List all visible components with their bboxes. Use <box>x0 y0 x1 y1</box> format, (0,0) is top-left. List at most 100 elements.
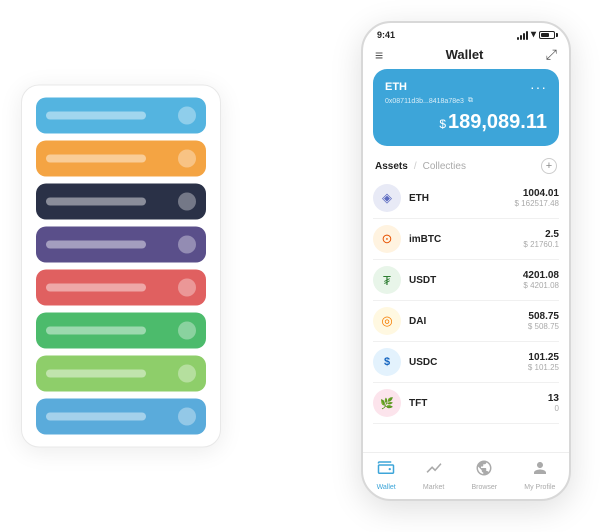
card-item <box>36 399 206 435</box>
phone: 9:41 ▾ ≡ Wallet ⤢ ETH ··· <box>361 21 571 501</box>
asset-list: ◈ ETH 1004.01 $ 162517.48 ⊙ imBTC 2.5 $ … <box>363 178 569 452</box>
card-item <box>36 184 206 220</box>
asset-values-usdc: 101.25 $ 101.25 <box>528 352 559 372</box>
usdt-icon: ₮ <box>373 266 401 294</box>
assets-header: Assets / Collecties + <box>363 154 569 178</box>
time: 9:41 <box>377 30 395 40</box>
eth-wallet-card[interactable]: ETH ··· 0x08711d3b...8418a78e3 ⧉ $189,08… <box>373 69 559 146</box>
card-icon <box>178 236 196 254</box>
card-bar <box>46 370 146 378</box>
card-item <box>36 313 206 349</box>
card-bar <box>46 241 146 249</box>
eth-balance: $189,089.11 <box>385 111 547 134</box>
asset-values-eth: 1004.01 $ 162517.48 <box>515 188 560 208</box>
nav-profile[interactable]: My Profile <box>524 459 555 491</box>
tab-assets[interactable]: Assets <box>375 161 408 172</box>
eth-card-label: ETH <box>385 81 407 93</box>
card-bar <box>46 327 146 335</box>
card-item <box>36 141 206 177</box>
tft-usd: 0 <box>548 404 559 413</box>
nav-wallet-label: Wallet <box>377 484 396 491</box>
dai-usd: $ 508.75 <box>528 322 559 331</box>
asset-item-usdt[interactable]: ₮ USDT 4201.08 $ 4201.08 <box>373 260 559 301</box>
card-icon <box>178 107 196 125</box>
card-stack <box>21 85 221 448</box>
eth-usd: $ 162517.48 <box>515 199 560 208</box>
dai-icon: ◎ <box>373 307 401 335</box>
currency-symbol: $ <box>439 117 446 131</box>
card-item <box>36 98 206 134</box>
card-bar <box>46 284 146 292</box>
eth-card-header: ETH ··· <box>385 79 547 95</box>
usdt-usd: $ 4201.08 <box>523 281 559 290</box>
card-bar <box>46 112 146 120</box>
tab-separator: / <box>414 161 417 172</box>
usdt-amount: 4201.08 <box>523 270 559 281</box>
expand-icon[interactable]: ⤢ <box>546 46 557 63</box>
add-asset-button[interactable]: + <box>541 158 557 174</box>
card-bar <box>46 413 146 421</box>
asset-item-usdc[interactable]: $ USDC 101.25 $ 101.25 <box>373 342 559 383</box>
nav-market[interactable]: Market <box>423 459 444 491</box>
battery-icon <box>539 31 555 39</box>
eth-icon: ◈ <box>373 184 401 212</box>
nav-browser[interactable]: Browser <box>471 459 497 491</box>
imbtc-usd: $ 21760.1 <box>523 240 559 249</box>
bottom-nav: Wallet Market Browser My Profile <box>363 452 569 499</box>
market-nav-icon <box>425 459 443 482</box>
imbtc-icon: ⊙ <box>373 225 401 253</box>
status-bar: 9:41 ▾ <box>363 23 569 42</box>
eth-amount: 1004.01 <box>515 188 560 199</box>
card-bar <box>46 198 146 206</box>
asset-name-tft: TFT <box>409 398 548 409</box>
browser-nav-icon <box>475 459 493 482</box>
nav-bar: ≡ Wallet ⤢ <box>363 42 569 69</box>
card-icon <box>178 193 196 211</box>
card-icon <box>178 322 196 340</box>
card-icon <box>178 150 196 168</box>
asset-item-eth[interactable]: ◈ ETH 1004.01 $ 162517.48 <box>373 178 559 219</box>
nav-wallet[interactable]: Wallet <box>377 459 396 491</box>
asset-values-usdt: 4201.08 $ 4201.08 <box>523 270 559 290</box>
card-icon <box>178 279 196 297</box>
card-icon <box>178 365 196 383</box>
card-item <box>36 356 206 392</box>
asset-name-usdc: USDC <box>409 357 528 368</box>
page-title: Wallet <box>446 47 484 62</box>
asset-name-dai: DAI <box>409 316 528 327</box>
asset-name-imbtc: imBTC <box>409 234 523 245</box>
eth-card-menu[interactable]: ··· <box>530 79 547 95</box>
asset-name-usdt: USDT <box>409 275 523 286</box>
usdc-usd: $ 101.25 <box>528 363 559 372</box>
assets-tabs: Assets / Collecties <box>375 161 466 172</box>
profile-nav-icon <box>531 459 549 482</box>
tft-icon: 🌿 <box>373 389 401 417</box>
copy-icon[interactable]: ⧉ <box>468 97 473 105</box>
nav-browser-label: Browser <box>471 484 497 491</box>
asset-name-eth: ETH <box>409 193 515 204</box>
asset-values-imbtc: 2.5 $ 21760.1 <box>523 229 559 249</box>
tab-collecties[interactable]: Collecties <box>423 161 466 172</box>
asset-values-tft: 13 0 <box>548 393 559 413</box>
wifi-icon: ▾ <box>531 29 536 40</box>
dai-amount: 508.75 <box>528 311 559 322</box>
wallet-nav-icon <box>377 459 395 482</box>
asset-item-tft[interactable]: 🌿 TFT 13 0 <box>373 383 559 424</box>
menu-icon[interactable]: ≡ <box>375 47 383 63</box>
card-bar <box>46 155 146 163</box>
usdc-amount: 101.25 <box>528 352 559 363</box>
usdc-icon: $ <box>373 348 401 376</box>
card-item <box>36 270 206 306</box>
card-item <box>36 227 206 263</box>
card-icon <box>178 408 196 426</box>
scene: 9:41 ▾ ≡ Wallet ⤢ ETH ··· <box>21 21 581 511</box>
asset-item-dai[interactable]: ◎ DAI 508.75 $ 508.75 <box>373 301 559 342</box>
asset-item-imbtc[interactable]: ⊙ imBTC 2.5 $ 21760.1 <box>373 219 559 260</box>
eth-address: 0x08711d3b...8418a78e3 ⧉ <box>385 97 547 105</box>
tft-amount: 13 <box>548 393 559 404</box>
status-icons: ▾ <box>517 29 555 40</box>
nav-market-label: Market <box>423 484 444 491</box>
imbtc-amount: 2.5 <box>523 229 559 240</box>
nav-profile-label: My Profile <box>524 484 555 491</box>
asset-values-dai: 508.75 $ 508.75 <box>528 311 559 331</box>
